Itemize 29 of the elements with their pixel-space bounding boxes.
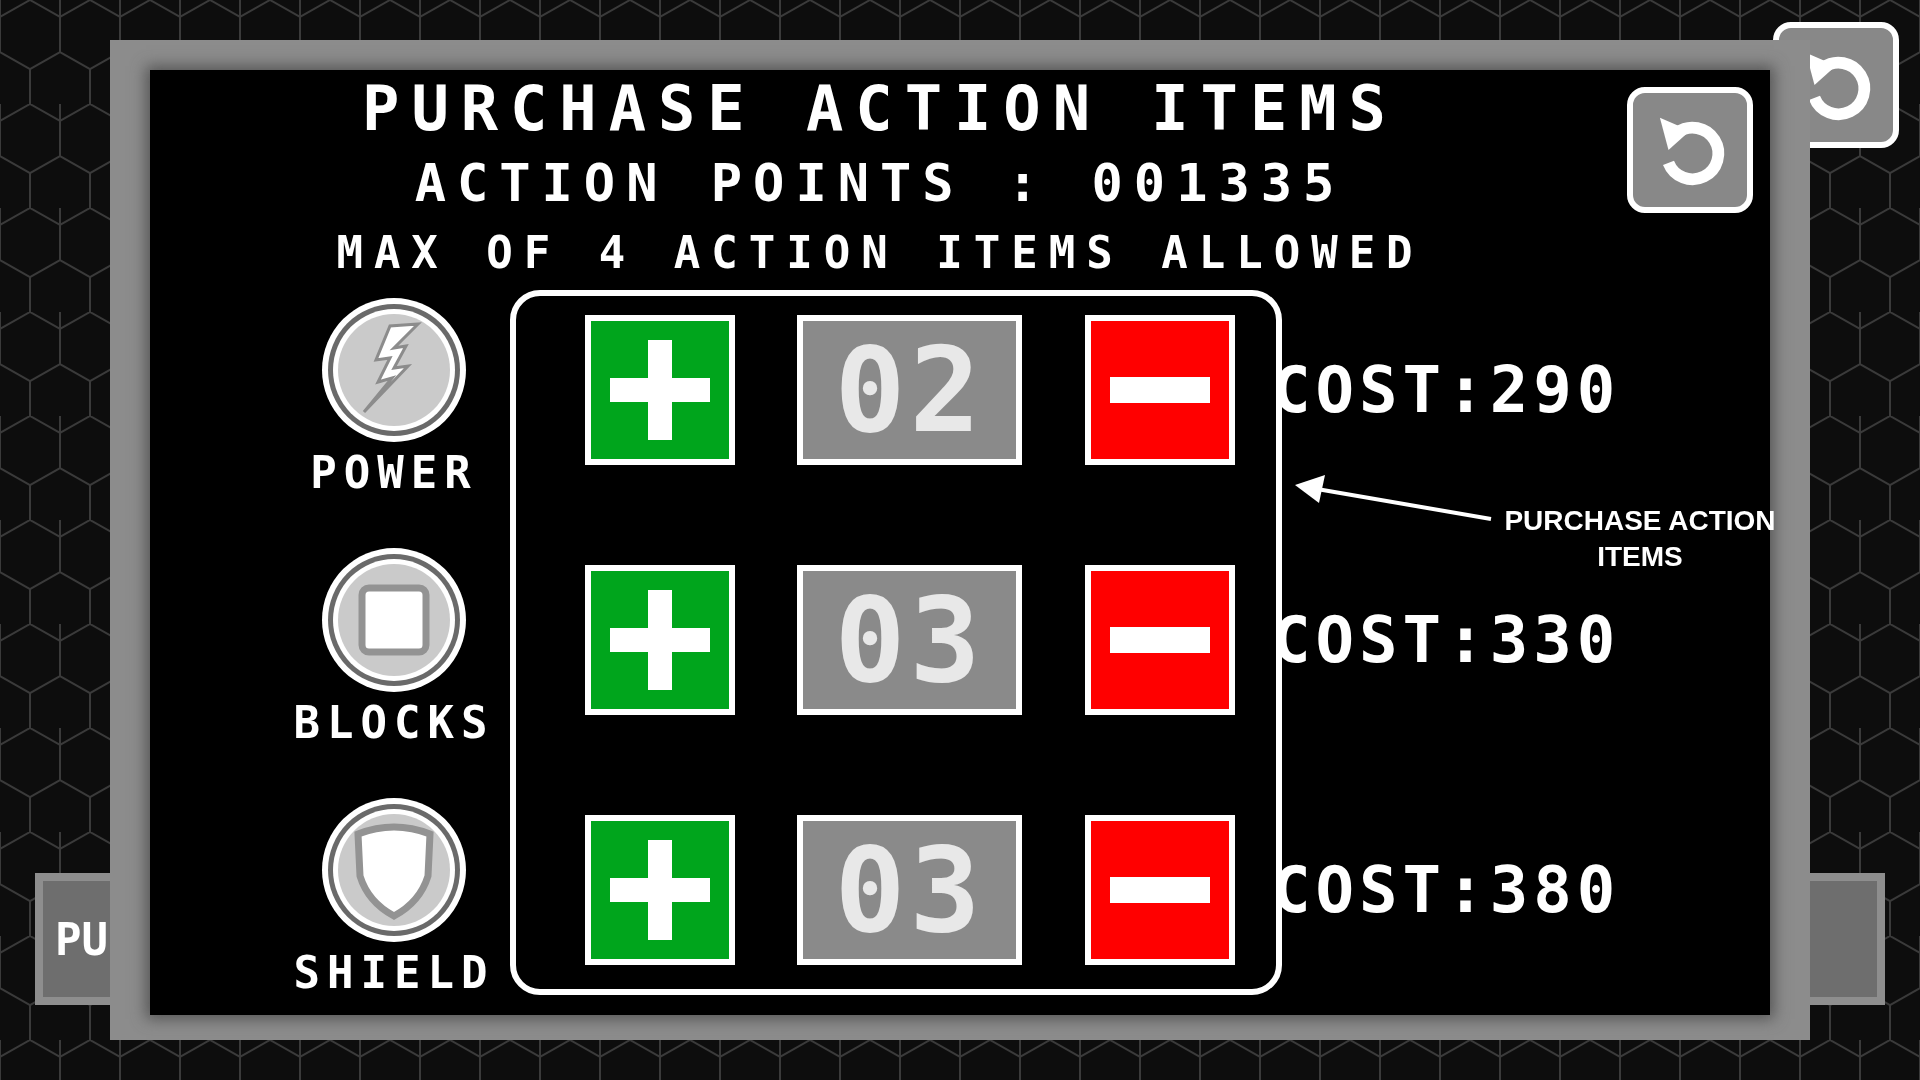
item-limit-note: MAX OF 4 ACTION ITEMS ALLOWED — [336, 228, 1424, 278]
dialog-title: PURCHASE ACTION ITEMS — [362, 74, 1398, 144]
shield-icon — [320, 796, 468, 944]
minus-icon — [1110, 877, 1210, 903]
plus-icon — [610, 340, 710, 440]
plus-button[interactable] — [585, 315, 735, 465]
plus-icon — [610, 840, 710, 940]
cost-label: COST:380 — [1272, 852, 1621, 929]
undo-button[interactable] — [1627, 87, 1753, 213]
plus-icon — [610, 590, 710, 690]
minus-button[interactable] — [1085, 815, 1235, 965]
action-points: ACTION POINTS : 001335 — [414, 155, 1346, 211]
minus-button[interactable] — [1085, 565, 1235, 715]
item-label: SHIELD — [293, 948, 495, 998]
annotation-text: PURCHASE ACTION ITEMS — [1503, 504, 1777, 574]
plus-button[interactable] — [585, 565, 735, 715]
item-label: BLOCKS — [293, 698, 495, 748]
minus-icon — [1110, 627, 1210, 653]
minus-icon — [1110, 377, 1210, 403]
plus-button[interactable] — [585, 815, 735, 965]
count-display: 03 — [797, 815, 1022, 965]
item-label: POWER — [310, 448, 478, 498]
cost-label: COST:330 — [1272, 602, 1621, 679]
cost-label: COST:290 — [1272, 352, 1621, 429]
lightning-icon — [320, 296, 468, 444]
minus-button[interactable] — [1085, 315, 1235, 465]
count-display: 03 — [797, 565, 1022, 715]
count-display: 02 — [797, 315, 1022, 465]
purchase-button[interactable]: PU — [35, 873, 110, 1005]
